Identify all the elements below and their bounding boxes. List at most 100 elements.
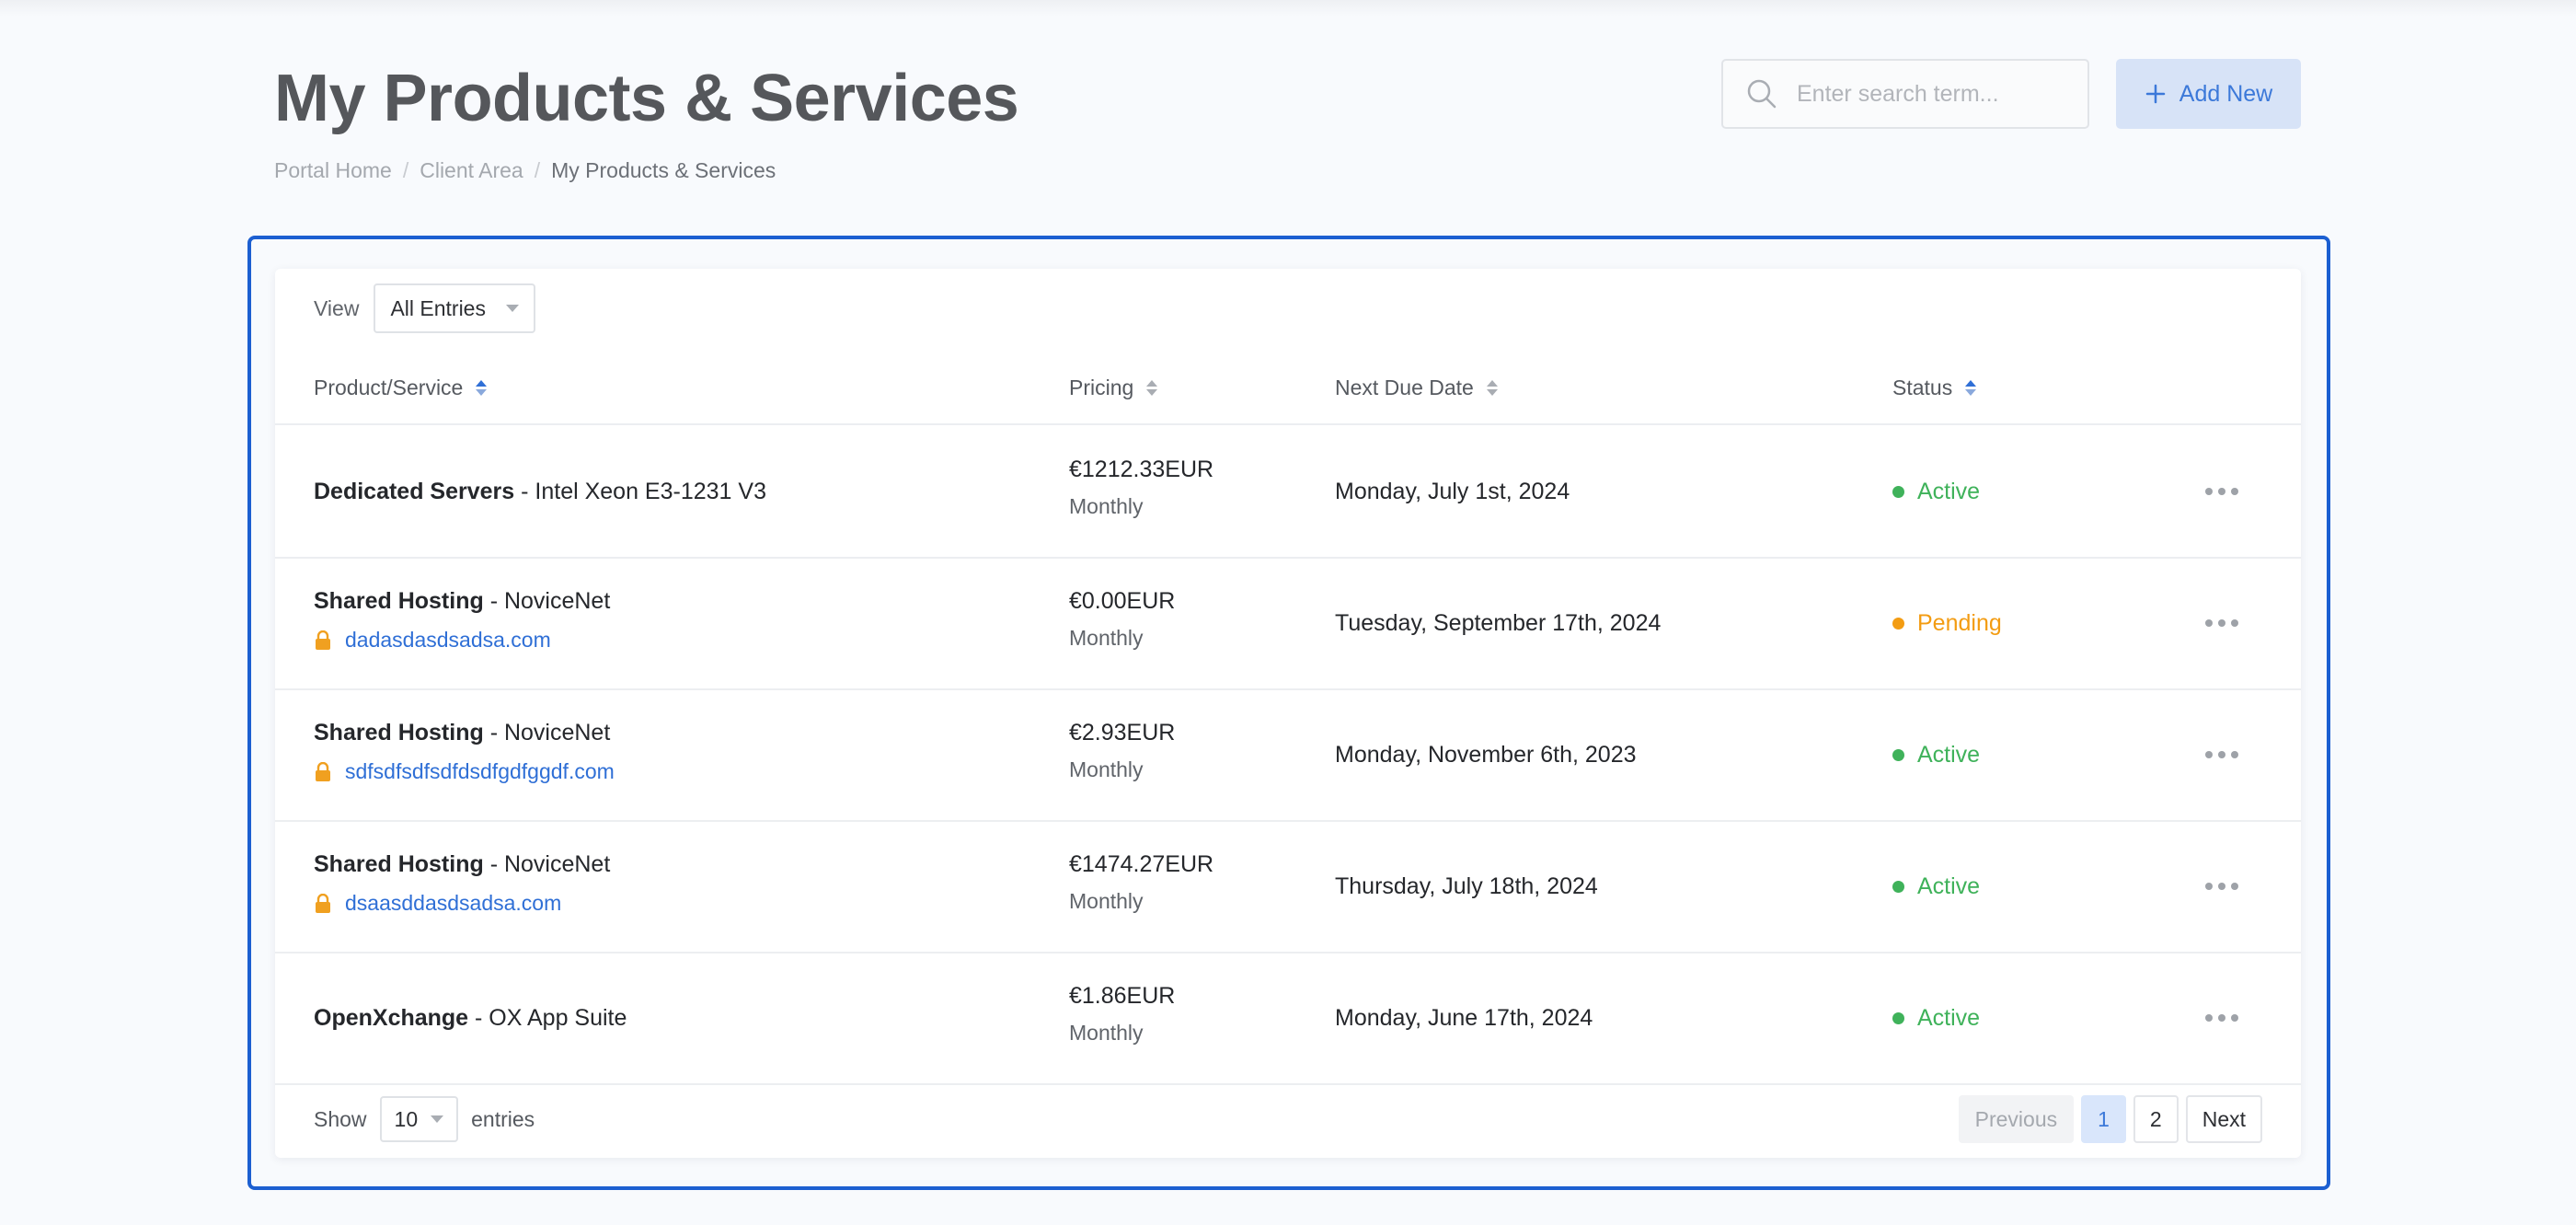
more-horizontal-icon[interactable] xyxy=(2205,883,2238,890)
status-badge: Active xyxy=(1892,873,1980,900)
status-badge: Active xyxy=(1892,1005,1980,1032)
product-plan: - OX App Suite xyxy=(468,1005,627,1031)
column-header-next-due-date[interactable]: Next Due Date xyxy=(1335,376,1498,400)
product-group: Shared Hosting xyxy=(314,851,484,877)
page-2-button[interactable]: 2 xyxy=(2133,1095,2179,1143)
entries-label: entries xyxy=(471,1106,535,1131)
table-row[interactable]: Dedicated Servers - Intel Xeon E3-1231 V… xyxy=(275,427,2301,559)
table-row[interactable]: Shared Hosting - NoviceNet dsaasddasdsads… xyxy=(275,822,2301,953)
pagination: Previous 1 2 Next xyxy=(1958,1095,2262,1143)
status-dot-icon xyxy=(1892,486,1904,498)
chevron-down-icon xyxy=(431,1115,444,1123)
table-footer: Show 10 entries Previous 1 2 Next xyxy=(275,1082,2301,1158)
pricing-cell: €0.00EUR Monthly xyxy=(1069,588,1175,651)
status-text: Active xyxy=(1917,742,1981,768)
domain-link[interactable]: dadasdasdsadsa.com xyxy=(314,628,610,653)
billing-cycle: Monthly xyxy=(1069,1021,1144,1045)
more-horizontal-icon[interactable] xyxy=(2205,619,2238,627)
status-badge: Active xyxy=(1892,742,1980,769)
product-group: Dedicated Servers xyxy=(314,479,515,504)
breadcrumb-client-area[interactable]: Client Area xyxy=(420,158,523,183)
status-text: Active xyxy=(1917,479,1981,504)
due-date-cell: Monday, June 17th, 2024 xyxy=(1335,1005,1593,1031)
product-cell: OpenXchange - OX App Suite xyxy=(314,1005,627,1032)
breadcrumb-separator: / xyxy=(534,158,541,182)
column-header-product[interactable]: Product/Service xyxy=(314,376,488,400)
product-group: Shared Hosting xyxy=(314,588,484,614)
status-dot-icon xyxy=(1892,881,1904,893)
next-page-button[interactable]: Next xyxy=(2185,1095,2262,1143)
breadcrumb: Portal Home / Client Area / My Products … xyxy=(274,158,776,183)
products-table-card: View All Entries Product/Service Pricing… xyxy=(275,269,2301,1158)
sort-icon xyxy=(476,380,488,396)
pricing-cell: €1212.33EUR Monthly xyxy=(1069,456,1213,519)
column-header-status[interactable]: Status xyxy=(1892,376,1977,400)
plus-icon xyxy=(2145,84,2166,104)
more-horizontal-icon[interactable] xyxy=(2205,751,2238,758)
lock-icon xyxy=(316,761,330,781)
domain-text: sdfsdfsdfsdfdsdfgdfggdf.com xyxy=(345,759,615,783)
table-row[interactable]: OpenXchange - OX App Suite €1.86EUR Monthl… xyxy=(275,953,2301,1085)
domain-link[interactable]: sdfsdfsdfsdfdsdfgdfggdf.com xyxy=(314,759,615,784)
price-amount: €0.00EUR xyxy=(1069,588,1176,614)
search-input[interactable] xyxy=(1797,80,2073,108)
domain-text: dsaasddasdsadsa.com xyxy=(345,891,562,915)
product-plan: - NoviceNet xyxy=(483,588,611,614)
search-box[interactable] xyxy=(1721,59,2089,129)
add-new-button[interactable]: Add New xyxy=(2116,59,2301,129)
price-amount: €2.93EUR xyxy=(1069,720,1176,745)
page-1-button[interactable]: 1 xyxy=(2081,1095,2126,1143)
sort-icon xyxy=(1486,380,1498,396)
status-text: Active xyxy=(1917,873,1981,899)
add-new-label: Add New xyxy=(2179,80,2273,107)
view-filter: View All Entries xyxy=(314,283,535,333)
billing-cycle: Monthly xyxy=(1069,494,1144,518)
product-name: Shared Hosting - NoviceNet xyxy=(314,720,615,746)
pricing-cell: €2.93EUR Monthly xyxy=(1069,720,1175,782)
domain-text: dadasdasdsadsa.com xyxy=(345,628,551,652)
more-horizontal-icon[interactable] xyxy=(2205,1014,2238,1022)
page-size-control: Show 10 entries xyxy=(314,1095,535,1143)
view-select-value: All Entries xyxy=(390,295,486,320)
breadcrumb-portal-home[interactable]: Portal Home xyxy=(274,158,392,183)
view-label: View xyxy=(314,295,360,320)
column-header-pricing[interactable]: Pricing xyxy=(1069,376,1158,400)
previous-page-button[interactable]: Previous xyxy=(1958,1095,2075,1143)
product-group: OpenXchange xyxy=(314,1005,469,1031)
product-plan: - NoviceNet xyxy=(483,851,611,877)
price-amount: €1.86EUR xyxy=(1069,983,1176,1009)
price-amount: €1474.27EUR xyxy=(1069,851,1214,877)
table-row[interactable]: Shared Hosting - NoviceNet dadasdasdsadsa… xyxy=(275,559,2301,690)
column-label: Product/Service xyxy=(314,376,464,399)
product-plan: - Intel Xeon E3-1231 V3 xyxy=(514,479,766,504)
more-horizontal-icon[interactable] xyxy=(2205,488,2238,495)
status-dot-icon xyxy=(1892,1012,1904,1024)
due-date-cell: Monday, July 1st, 2024 xyxy=(1335,479,1570,504)
column-label: Pricing xyxy=(1069,376,1134,399)
sort-icon xyxy=(1146,380,1158,396)
status-dot-icon xyxy=(1892,749,1904,761)
product-cell: Shared Hosting - NoviceNet dsaasddasdsads… xyxy=(314,851,610,916)
page-title: My Products & Services xyxy=(274,62,1019,135)
product-name: OpenXchange - OX App Suite xyxy=(314,1005,627,1032)
status-text: Active xyxy=(1917,1005,1981,1031)
table-row[interactable]: Shared Hosting - NoviceNet sdfsdfsdfsdfds… xyxy=(275,690,2301,822)
status-badge: Pending xyxy=(1892,610,2002,637)
view-select[interactable]: All Entries xyxy=(374,283,535,333)
column-label: Next Due Date xyxy=(1335,376,1474,399)
billing-cycle: Monthly xyxy=(1069,757,1144,781)
chevron-down-icon xyxy=(505,305,519,312)
due-date-cell: Thursday, July 18th, 2024 xyxy=(1335,873,1598,899)
product-cell: Shared Hosting - NoviceNet sdfsdfsdfsdfds… xyxy=(314,720,615,784)
top-shadow xyxy=(0,0,2576,17)
product-plan: - NoviceNet xyxy=(483,720,611,745)
show-label: Show xyxy=(314,1106,367,1131)
page-size-value: 10 xyxy=(394,1106,419,1131)
due-date-cell: Monday, November 6th, 2023 xyxy=(1335,742,1637,768)
pricing-cell: €1.86EUR Monthly xyxy=(1069,983,1175,1046)
domain-link[interactable]: dsaasddasdsadsa.com xyxy=(314,891,610,916)
product-name: Shared Hosting - NoviceNet xyxy=(314,588,610,615)
product-group: Shared Hosting xyxy=(314,720,484,745)
page-size-select[interactable]: 10 xyxy=(379,1096,459,1142)
search-icon xyxy=(1747,79,1777,109)
